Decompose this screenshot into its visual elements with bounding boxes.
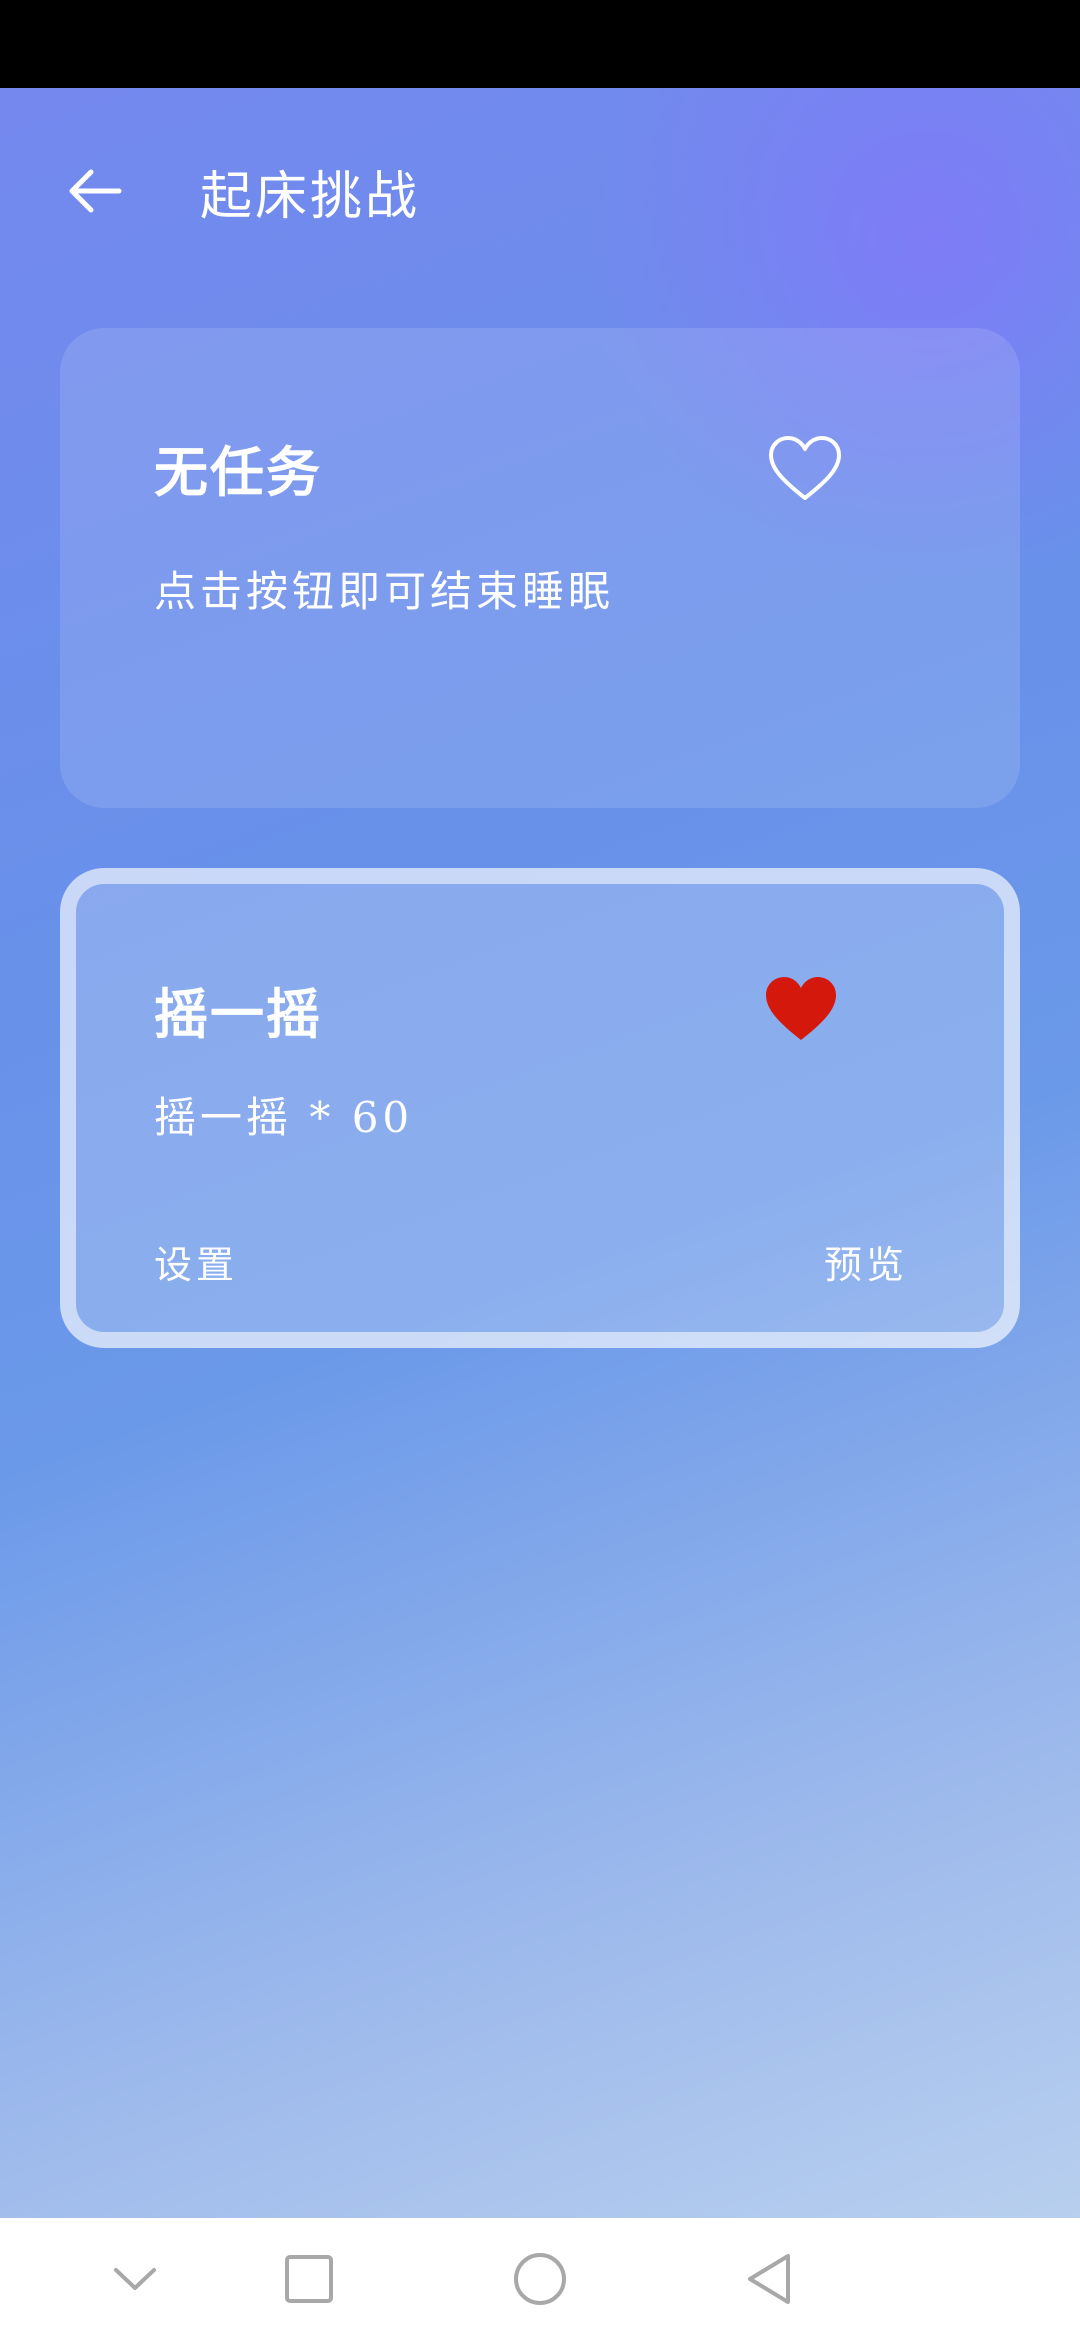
circle-icon	[514, 2253, 566, 2305]
chevron-down-icon	[114, 2268, 156, 2290]
favorite-heart-outline-button[interactable]	[768, 436, 842, 502]
preview-link[interactable]: 预览	[824, 1234, 908, 1289]
square-icon	[285, 2255, 333, 2303]
nav-recents-button[interactable]	[272, 2242, 346, 2316]
app-screen: 起床挑战 无任务 点击按钮即可结束睡眠 摇一摇 摇一摇 * 60 设置 预览	[0, 88, 1080, 2218]
back-button[interactable]	[60, 156, 130, 226]
nav-home-button[interactable]	[503, 2242, 577, 2316]
nav-back-button[interactable]	[732, 2242, 806, 2316]
card-description: 点击按钮即可结束睡眠	[154, 567, 615, 616]
settings-link[interactable]: 设置	[154, 1234, 238, 1289]
arrow-left-icon	[69, 169, 122, 213]
page-title: 起床挑战	[200, 167, 421, 227]
card-title: 无任务	[154, 440, 322, 504]
favorite-heart-filled-button[interactable]	[764, 976, 838, 1042]
triangle-back-icon	[748, 2254, 790, 2304]
task-card-shake[interactable]: 摇一摇 摇一摇 * 60 设置 预览	[60, 868, 1020, 1348]
heart-outline-icon	[769, 436, 841, 500]
nav-hide-button[interactable]	[98, 2242, 172, 2316]
task-card-none[interactable]: 无任务 点击按钮即可结束睡眠	[60, 328, 1020, 808]
card-title: 摇一摇	[154, 982, 322, 1046]
header: 起床挑战	[0, 88, 1080, 308]
system-nav-bar	[0, 2218, 1080, 2340]
status-bar	[0, 0, 1080, 88]
card-description: 摇一摇 * 60	[154, 1093, 414, 1142]
heart-filled-icon	[766, 977, 836, 1040]
